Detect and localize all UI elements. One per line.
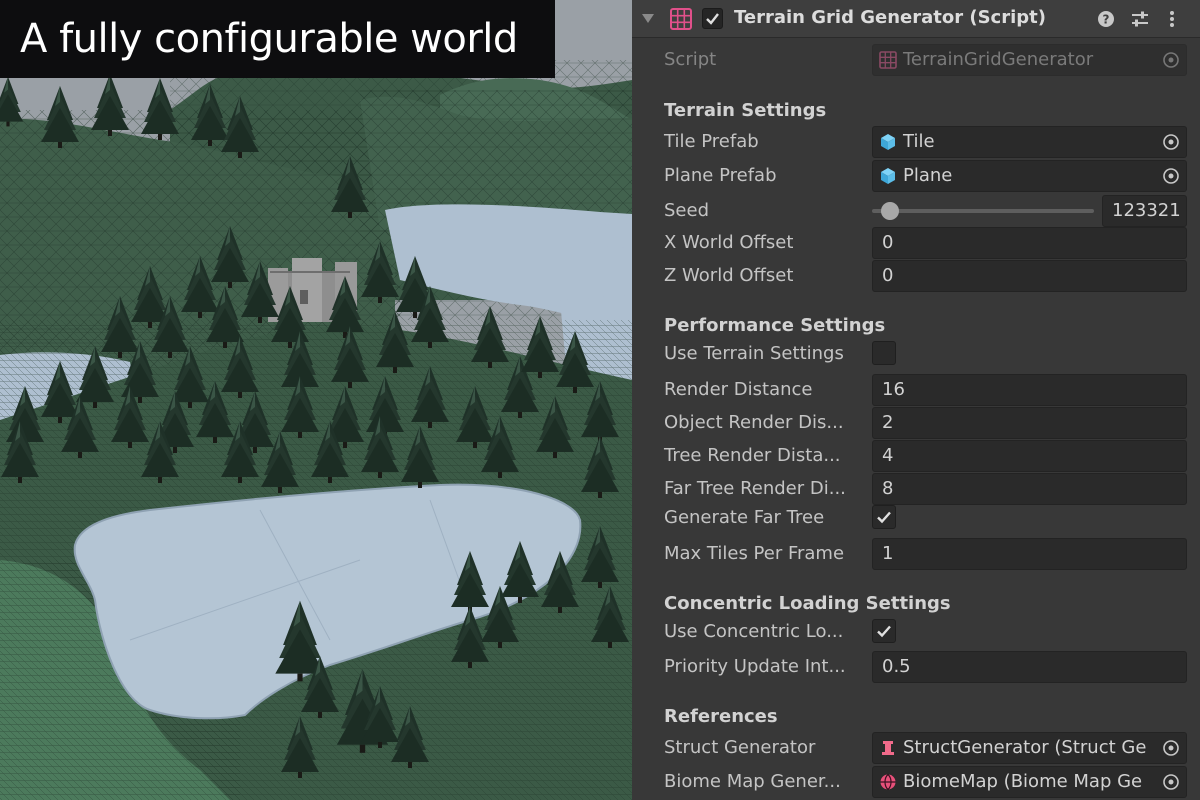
x-world-offset-label: X World Offset (664, 232, 794, 253)
far-tree-render-distance-row: Far Tree Render Di... 8 (632, 473, 1200, 505)
object-render-distance-label: Object Render Dis... (664, 412, 844, 433)
checkmark-icon (706, 13, 719, 25)
use-concentric-loading-checkbox[interactable] (872, 619, 896, 643)
biome-map-generator-field[interactable]: BiomeMap (Biome Map Ge (872, 766, 1187, 798)
plane-prefab-label: Plane Prefab (664, 165, 777, 186)
component-header[interactable]: Terrain Grid Generator (Script) ? (632, 0, 1200, 38)
use-terrain-settings-row: Use Terrain Settings (632, 339, 1200, 369)
use-concentric-loading-label: Use Concentric Lo... (664, 621, 844, 642)
plane-prefab-row: Plane Prefab Plane (632, 160, 1200, 192)
checkmark-icon (877, 625, 891, 638)
use-terrain-settings-checkbox[interactable] (872, 341, 896, 365)
inspector-panel: Terrain Grid Generator (Script) ? Script… (632, 0, 1200, 800)
struct-generator-label: Struct Generator (664, 737, 816, 758)
priority-update-interval-row: Priority Update Int... 0.5 (632, 651, 1200, 683)
prefab-cube-icon (881, 134, 895, 150)
z-world-offset-field[interactable]: 0 (872, 260, 1187, 292)
x-world-offset-field[interactable]: 0 (872, 227, 1187, 259)
performance-settings-heading: Performance Settings (664, 315, 886, 336)
seed-row: Seed 123321 (632, 195, 1200, 227)
object-picker-icon[interactable] (1156, 767, 1186, 797)
concentric-loading-settings-heading: Concentric Loading Settings (664, 593, 951, 614)
object-picker-icon (1156, 45, 1186, 75)
tile-prefab-label: Tile Prefab (664, 131, 759, 152)
priority-update-interval-label: Priority Update Int... (664, 656, 846, 677)
component-title: Terrain Grid Generator (Script) (734, 7, 1046, 28)
seed-value-field[interactable]: 123321 (1102, 195, 1187, 227)
script-field: TerrainGridGenerator (872, 44, 1187, 76)
object-picker-icon[interactable] (1156, 161, 1186, 191)
script-label: Script (664, 49, 717, 70)
struct-generator-icon (882, 741, 894, 755)
struct-generator-field[interactable]: StructGenerator (Struct Ge (872, 732, 1187, 764)
far-tree-render-distance-label: Far Tree Render Di... (664, 478, 846, 499)
priority-update-interval-field[interactable]: 0.5 (872, 651, 1187, 683)
biome-map-generator-label: Biome Map Gener... (664, 771, 841, 792)
tree-render-distance-field[interactable]: 4 (872, 440, 1187, 472)
object-picker-icon[interactable] (1156, 127, 1186, 157)
render-distance-label: Render Distance (664, 379, 813, 400)
foldout-arrow-icon[interactable] (642, 14, 654, 23)
tile-prefab-field[interactable]: Tile (872, 126, 1187, 158)
render-distance-field[interactable]: 16 (872, 374, 1187, 406)
tile-prefab-row: Tile Prefab Tile (632, 126, 1200, 158)
struct-generator-row: Struct Generator StructGenerator (Struct… (632, 732, 1200, 764)
script-grid-icon (670, 8, 692, 30)
tree-render-distance-label: Tree Render Dista... (664, 445, 841, 466)
terrain-scene (0, 0, 632, 800)
object-picker-icon[interactable] (1156, 733, 1186, 763)
generate-far-tree-row: Generate Far Tree (632, 503, 1200, 533)
x-world-offset-row: X World Offset 0 (632, 227, 1200, 259)
tree-render-distance-row: Tree Render Dista... 4 (632, 440, 1200, 472)
object-render-distance-field[interactable]: 2 (872, 407, 1187, 439)
script-grid-icon (879, 51, 897, 69)
terrain-settings-heading: Terrain Settings (664, 100, 827, 121)
seed-slider-thumb[interactable] (880, 202, 899, 220)
more-options-icon[interactable] (1166, 9, 1178, 29)
z-world-offset-row: Z World Offset 0 (632, 260, 1200, 292)
z-world-offset-label: Z World Offset (664, 265, 794, 286)
max-tiles-per-frame-label: Max Tiles Per Frame (664, 543, 845, 564)
scene-viewport: A fully configurable world (0, 0, 632, 800)
use-concentric-loading-row: Use Concentric Lo... (632, 617, 1200, 647)
caption-banner: A fully configurable world (0, 0, 555, 78)
plane-prefab-field[interactable]: Plane (872, 160, 1187, 192)
seed-label: Seed (664, 200, 709, 221)
render-distance-row: Render Distance 16 (632, 374, 1200, 406)
generate-far-tree-label: Generate Far Tree (664, 507, 825, 528)
generate-far-tree-checkbox[interactable] (872, 505, 896, 529)
prefab-cube-icon (881, 168, 895, 184)
max-tiles-per-frame-field[interactable]: 1 (872, 538, 1187, 570)
max-tiles-per-frame-row: Max Tiles Per Frame 1 (632, 538, 1200, 570)
far-tree-render-distance-field[interactable]: 8 (872, 473, 1187, 505)
checkmark-icon (877, 511, 891, 524)
object-render-distance-row: Object Render Dis... 2 (632, 407, 1200, 439)
biome-map-generator-row: Biome Map Gener... BiomeMap (Biome Map G… (632, 766, 1200, 798)
component-enabled-checkbox[interactable] (702, 8, 723, 29)
globe-icon (880, 774, 896, 790)
svg-text:?: ? (1103, 13, 1110, 27)
presets-sliders-icon[interactable] (1130, 9, 1150, 29)
seed-slider-track[interactable] (872, 209, 1094, 213)
script-row: Script TerrainGridGenerator (632, 44, 1200, 76)
help-icon[interactable]: ? (1096, 9, 1116, 29)
references-heading: References (664, 706, 778, 727)
use-terrain-settings-label: Use Terrain Settings (664, 343, 844, 364)
